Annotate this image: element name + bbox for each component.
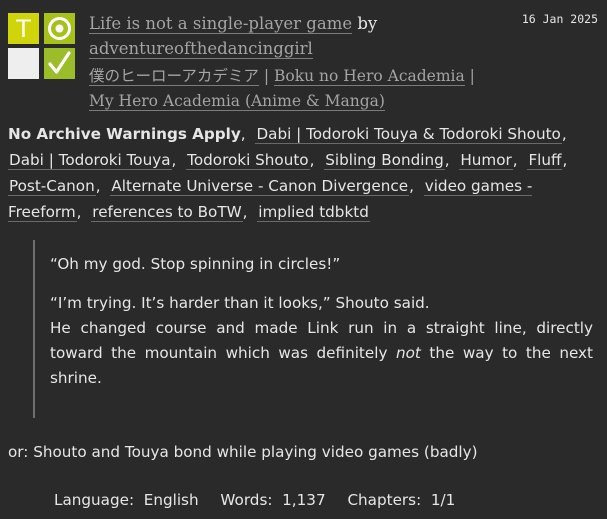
freeform-tag[interactable]: Alternate Universe - Canon Divergence: [110, 177, 410, 196]
freeform-tag[interactable]: implied tdbktd: [257, 203, 370, 222]
chapters-value: 1/1: [430, 491, 456, 509]
tag-list: No Archive Warnings Apply, Dabi | Todoro…: [8, 125, 568, 222]
no-warnings-icon[interactable]: [8, 48, 39, 79]
freeform-tag[interactable]: Humor: [459, 151, 513, 170]
fandom-separator: |: [263, 67, 270, 85]
complete-check-icon[interactable]: [44, 48, 75, 79]
summary-blockquote: “Oh my god. Stop spinning in circles!” “…: [33, 240, 593, 418]
by-label: by: [357, 14, 378, 33]
language-label: Language:: [54, 491, 135, 509]
freeform-tag[interactable]: Fluff: [527, 151, 563, 170]
summary-line: “Oh my god. Stop spinning in circles!”: [50, 255, 341, 273]
publish-date: 16 Jan 2025: [521, 12, 598, 26]
freeform-tag[interactable]: references to BoTW: [91, 203, 243, 222]
character-tag[interactable]: Todoroki Shouto: [186, 151, 310, 170]
freeform-tag[interactable]: Post-Canon: [8, 177, 96, 196]
fandom-separator: |: [469, 67, 475, 85]
fandom-link[interactable]: My Hero Academia (Anime & Manga): [89, 92, 385, 111]
rating-letter-glyph: T: [15, 15, 31, 43]
summary-tagline: or: Shouto and Touya bond while playing …: [8, 443, 478, 461]
work-title-link[interactable]: Life is not a single-player game: [89, 14, 353, 34]
summary-line: “I’m trying. It’s harder than it looks,”…: [50, 294, 430, 312]
warning-tag[interactable]: No Archive Warnings Apply: [8, 125, 241, 143]
words-label: Words:: [220, 491, 273, 509]
author-link[interactable]: adventureofthedancinggirl: [89, 39, 313, 59]
work-heading: Life is not a single-player game by adve…: [89, 11, 509, 61]
chapters-label: Chapters:: [347, 491, 422, 509]
work-stats: Language: English Words: 1,137 Chapters:…: [54, 488, 472, 513]
freeform-tag[interactable]: Sibling Bonding: [324, 151, 445, 170]
fandom-list: 僕のヒーローアカデミア | Boku no Hero Academia | My…: [89, 64, 519, 114]
fandom-link[interactable]: 僕のヒーローアカデミア: [89, 67, 259, 86]
character-tag[interactable]: Dabi | Todoroki Touya: [8, 151, 172, 170]
words-value: 1,137: [282, 491, 326, 509]
category-gen-icon[interactable]: [44, 13, 75, 44]
summary-emphasis: not: [395, 344, 421, 362]
relationship-tag[interactable]: Dabi | Todoroki Touya & Todoroki Shouto: [255, 125, 562, 144]
language-value: English: [143, 491, 199, 509]
summary-paragraph: “I’m trying. It’s harder than it looks,”…: [50, 291, 593, 391]
fandom-link[interactable]: Boku no Hero Academia: [274, 67, 465, 86]
svg-text:T: T: [15, 15, 31, 43]
rating-teen-icon[interactable]: T: [8, 13, 39, 44]
